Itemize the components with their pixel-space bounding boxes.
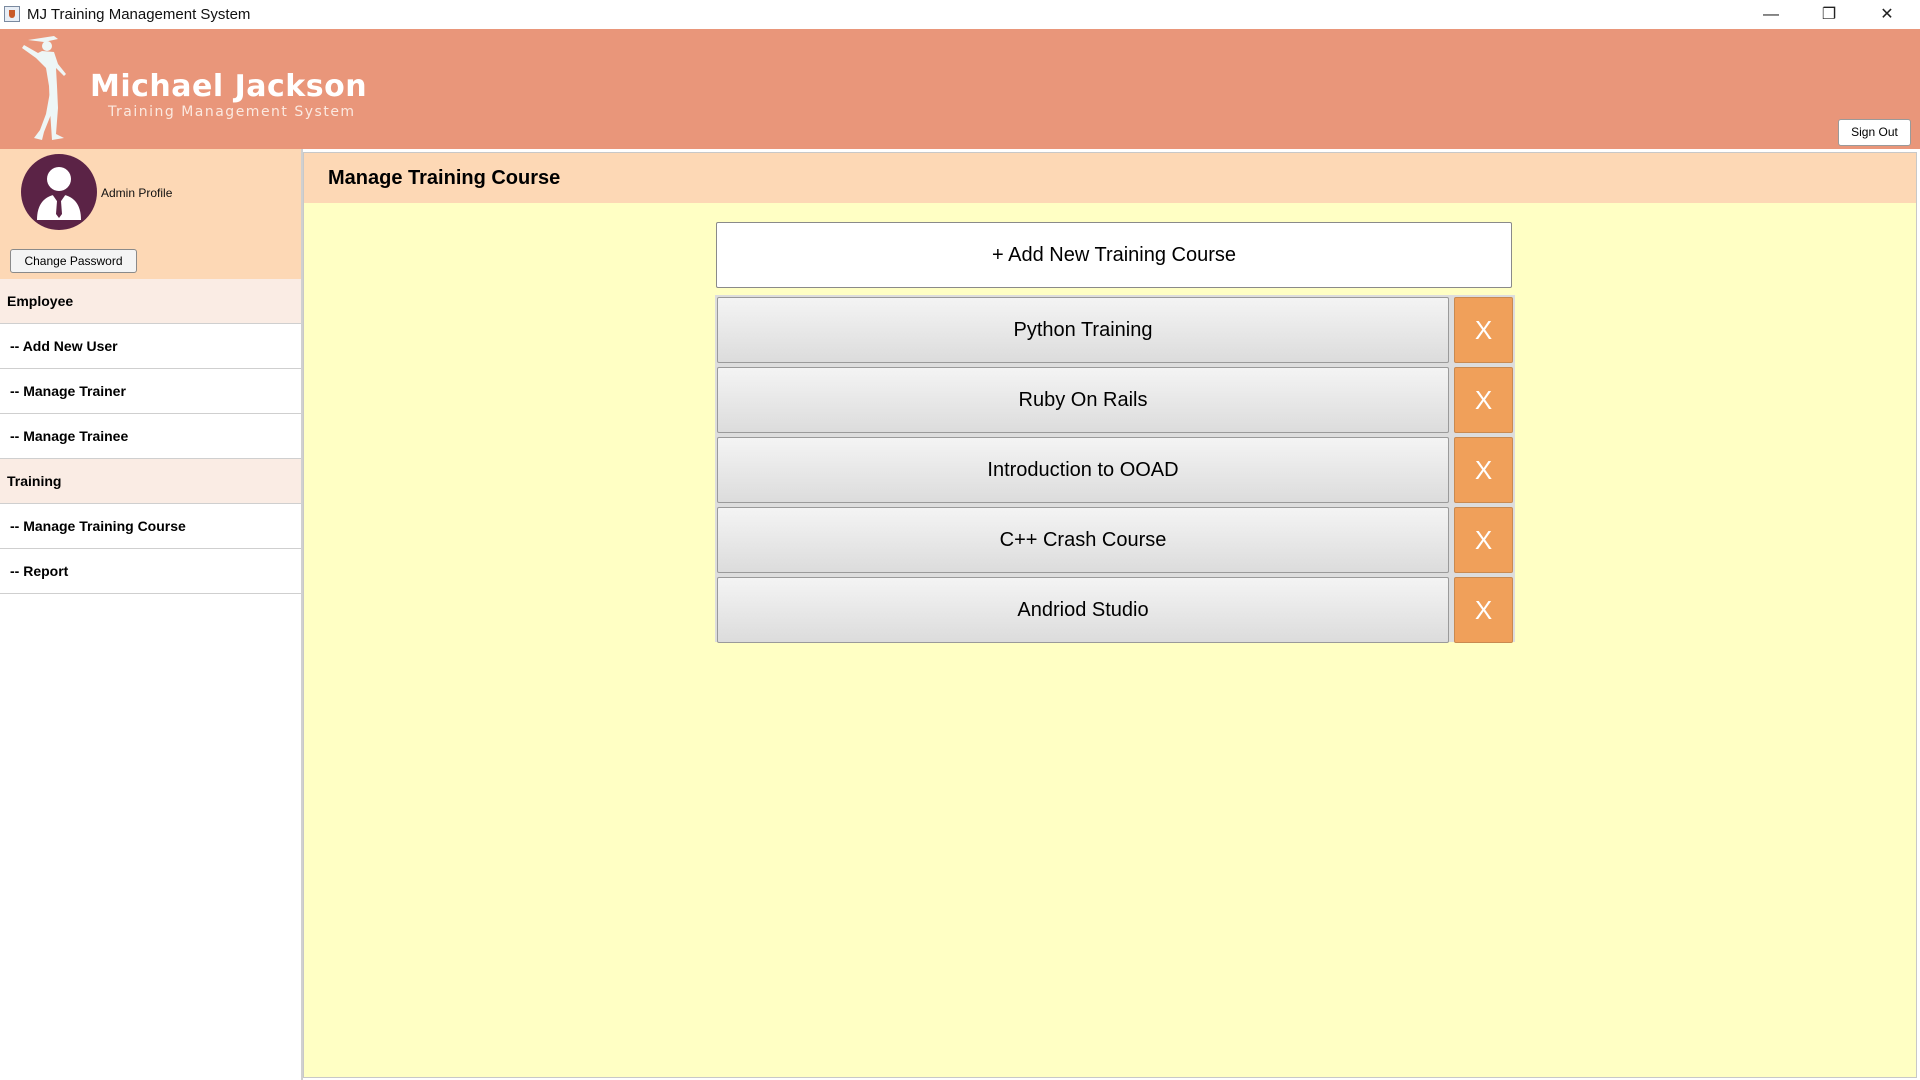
course-button[interactable]: Python Training [717,297,1449,363]
window-title: MJ Training Management System [27,6,251,23]
sidebar-item-manage-trainer[interactable]: -- Manage Trainer [0,369,301,414]
course-row: Introduction to OOAD X [717,437,1513,503]
admin-profile-label: Admin Profile [101,186,173,200]
change-password-button[interactable]: Change Password [10,249,137,273]
brand-subtitle: Training Management System [108,104,356,120]
restore-icon[interactable]: ❐ [1800,0,1858,29]
sidebar-section-employee: Employee [0,279,301,324]
delete-course-button[interactable]: X [1454,507,1513,573]
delete-course-button[interactable]: X [1454,367,1513,433]
course-row: Andriod Studio X [717,577,1513,643]
header-banner: Michael Jackson Training Management Syst… [0,29,1920,149]
course-row: Ruby On Rails X [717,367,1513,433]
avatar[interactable] [21,154,97,230]
dancer-silhouette-logo [22,36,66,140]
course-row: C++ Crash Course X [717,507,1513,573]
course-button[interactable]: Andriod Studio [717,577,1449,643]
delete-course-button[interactable]: X [1454,437,1513,503]
sidebar: Admin Profile Change Password Employee -… [0,149,301,1080]
course-row: Python Training X [717,297,1513,363]
main-header: Manage Training Course [304,153,1916,203]
sidebar-item-manage-trainee[interactable]: -- Manage Trainee [0,414,301,459]
java-app-icon [4,6,20,22]
sign-out-button[interactable]: Sign Out [1838,119,1911,146]
sidebar-item-add-new-user[interactable]: -- Add New User [0,324,301,369]
delete-course-button[interactable]: X [1454,297,1513,363]
minimize-icon[interactable]: — [1742,0,1800,29]
course-list: Python Training X Ruby On Rails X Introd… [715,295,1515,643]
close-icon[interactable]: ✕ [1858,0,1916,29]
user-icon [37,167,81,220]
course-button[interactable]: Ruby On Rails [717,367,1449,433]
sidebar-item-report[interactable]: -- Report [0,549,301,594]
course-button[interactable]: C++ Crash Course [717,507,1449,573]
brand-name: Michael Jackson [90,69,368,104]
window-titlebar: MJ Training Management System — ❐ ✕ [0,0,1920,29]
sidebar-section-training: Training [0,459,301,504]
add-training-course-button[interactable]: + Add New Training Course [716,222,1512,288]
page-title: Manage Training Course [328,167,561,189]
main-panel: Manage Training Course + Add New Trainin… [303,152,1917,1078]
profile-panel: Admin Profile Change Password [0,149,301,279]
course-button[interactable]: Introduction to OOAD [717,437,1449,503]
sidebar-item-manage-training-course[interactable]: -- Manage Training Course [0,504,301,549]
delete-course-button[interactable]: X [1454,577,1513,643]
